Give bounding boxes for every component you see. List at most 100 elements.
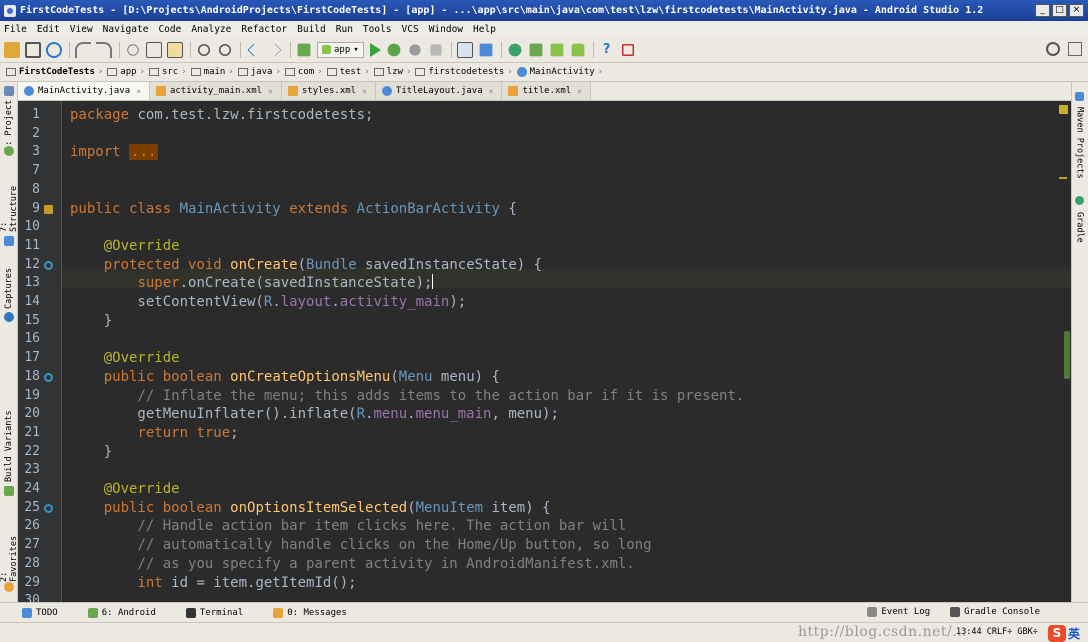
close-button[interactable]: × xyxy=(1069,4,1084,17)
breadcrumb-item[interactable]: com › xyxy=(284,67,323,77)
code-line[interactable]: 12 protected void onCreate(Bundle savedI… xyxy=(18,256,1071,275)
breadcrumb-item[interactable]: test › xyxy=(326,67,370,77)
caret-position-encoding[interactable]: 13:44 CRLF÷ GBK÷ xyxy=(956,627,1038,637)
menu-navigate[interactable]: Navigate xyxy=(103,24,149,35)
save-all-icon[interactable] xyxy=(25,41,41,58)
code-line[interactable]: 21 return true; xyxy=(18,424,1071,443)
editor-tab[interactable]: activity_main.xml × xyxy=(149,82,282,100)
override-marker-icon[interactable] xyxy=(44,503,53,513)
sync-icon[interactable] xyxy=(46,41,62,58)
close-tab-icon[interactable]: × xyxy=(268,87,273,96)
make-project-icon[interactable] xyxy=(297,43,311,56)
android-device-monitor-icon[interactable] xyxy=(550,43,564,56)
code-line[interactable]: 10 xyxy=(18,218,1071,237)
code-line[interactable]: 27 // automatically handle clicks on the… xyxy=(18,536,1071,555)
paste-icon[interactable] xyxy=(167,41,183,58)
breadcrumb-item[interactable]: firstcodetests › xyxy=(415,67,513,77)
code-line[interactable]: 1 package com.test.lzw.firstcodetests; xyxy=(18,106,1071,125)
avd-manager-icon[interactable] xyxy=(479,43,493,56)
breadcrumb-item[interactable]: src › xyxy=(148,67,187,77)
code-editor[interactable]: 1 package com.test.lzw.firstcodetests; 2 3 i… xyxy=(18,101,1071,602)
tool-tab-gradle[interactable]: Gradle xyxy=(1072,208,1087,246)
code-line[interactable]: 14 setContentView(R.layout.activity_main… xyxy=(18,293,1071,312)
undo-icon[interactable] xyxy=(75,41,91,58)
code-line[interactable]: 9 public class MainActivity extends Actio… xyxy=(18,200,1071,219)
menu-code[interactable]: Code xyxy=(158,24,181,35)
code-line[interactable]: 19 // Inflate the menu; this adds items … xyxy=(18,387,1071,406)
tool-tab-captures[interactable]: Captures xyxy=(1,262,17,316)
menu-window[interactable]: Window xyxy=(429,24,463,35)
tool-tab-maven-projects[interactable]: Maven Projects xyxy=(1072,104,1087,182)
menu-vcs[interactable]: VCS xyxy=(402,24,419,35)
code-line[interactable]: 13 super.onCreate(savedInstanceState); xyxy=(18,274,1071,293)
tool-tab-todo[interactable]: TODO xyxy=(22,607,58,618)
menu-help[interactable]: Help xyxy=(473,24,496,35)
code-line[interactable]: 24 @Override xyxy=(18,480,1071,499)
run-configuration-select[interactable]: app ▾ xyxy=(317,41,364,58)
breadcrumb-item[interactable]: app › xyxy=(107,67,145,77)
override-marker-icon[interactable] xyxy=(44,372,53,382)
code-line[interactable]: 18 public boolean onCreateOptionsMenu(Me… xyxy=(18,368,1071,387)
close-tab-icon[interactable]: × xyxy=(136,87,141,96)
code-line[interactable]: 7 xyxy=(18,162,1071,181)
open-folder-icon[interactable] xyxy=(4,41,20,58)
stop-icon[interactable] xyxy=(430,43,442,56)
code-line[interactable]: 17 @Override xyxy=(18,349,1071,368)
code-line[interactable]: 29 int id = item.getItemId(); xyxy=(18,574,1071,593)
breadcrumb-item[interactable]: java › xyxy=(237,67,281,77)
tool-tab-event-log[interactable]: Event Log xyxy=(867,607,930,617)
find-icon[interactable] xyxy=(198,43,210,56)
menu-view[interactable]: View xyxy=(70,24,93,35)
copy-icon[interactable] xyxy=(146,41,162,58)
editor-tab[interactable]: styles.xml × xyxy=(281,82,376,100)
close-tab-icon[interactable]: × xyxy=(489,87,494,96)
tool-tab-android[interactable]: 6: Android xyxy=(87,607,156,618)
tool-tab-favorites[interactable]: 2: Favorites xyxy=(0,522,19,582)
close-tab-icon[interactable]: × xyxy=(362,87,367,96)
code-line[interactable]: 2 xyxy=(18,125,1071,144)
tool-tab-build-variants[interactable]: Build Variants xyxy=(1,408,17,484)
breadcrumb-item[interactable]: FirstCodeTests › xyxy=(6,67,103,77)
code-line[interactable]: 3 import ... xyxy=(18,143,1071,162)
code-line[interactable]: 28 // as you specify a parent activity i… xyxy=(18,555,1071,574)
tool-tab-terminal[interactable]: Terminal xyxy=(185,607,243,618)
redo-icon[interactable] xyxy=(96,41,112,58)
sdk-manager-icon[interactable] xyxy=(529,43,543,56)
attach-debugger-icon[interactable] xyxy=(409,43,421,56)
maximize-button[interactable]: □ xyxy=(1052,4,1067,17)
code-line[interactable]: 20 getMenuInflater().inflate(R.menu.menu… xyxy=(18,405,1071,424)
gradle-sync-icon[interactable] xyxy=(508,43,522,56)
close-tab-icon[interactable]: × xyxy=(577,87,582,96)
breadcrumb-item[interactable]: main › xyxy=(190,67,234,77)
device-icon[interactable] xyxy=(621,43,634,56)
editor-tab[interactable]: title.xml × xyxy=(502,82,592,100)
code-line[interactable]: 8 xyxy=(18,181,1071,200)
tool-tab-messages[interactable]: 0: Messages xyxy=(273,607,347,618)
menu-file[interactable]: File xyxy=(4,24,27,35)
run-icon[interactable] xyxy=(369,42,381,57)
editor-tab[interactable]: TitleLayout.java × xyxy=(375,82,503,100)
code-line[interactable]: 23 xyxy=(18,461,1071,480)
debug-icon[interactable] xyxy=(387,43,401,56)
tool-tab-gradle-console[interactable]: Gradle Console xyxy=(950,607,1040,617)
code-line[interactable]: 11 @Override xyxy=(18,237,1071,256)
editor-tab[interactable]: MainActivity.java × xyxy=(18,82,150,100)
code-line[interactable]: 16 xyxy=(18,330,1071,349)
override-marker-icon[interactable] xyxy=(44,260,53,270)
menu-analyze[interactable]: Analyze xyxy=(191,24,231,35)
code-line[interactable]: 26 // Handle action bar item clicks here… xyxy=(18,517,1071,536)
code-line[interactable]: 15 } xyxy=(18,312,1071,331)
replace-icon[interactable] xyxy=(219,43,231,56)
breadcrumb-item[interactable]: lzw › xyxy=(373,67,411,77)
menu-build[interactable]: Build xyxy=(297,24,326,35)
menu-tools[interactable]: Tools xyxy=(363,24,392,35)
menu-edit[interactable]: Edit xyxy=(37,24,60,35)
cut-icon[interactable] xyxy=(127,43,139,56)
layout-toggle-icon[interactable] xyxy=(1068,42,1082,56)
help-icon[interactable]: ? xyxy=(599,42,615,58)
tool-tab-project[interactable]: 1: Project xyxy=(1,98,17,152)
code-line[interactable]: 30 xyxy=(18,592,1071,602)
search-icon[interactable] xyxy=(1046,42,1060,56)
input-method-indicator[interactable]: S 英 xyxy=(1048,624,1086,642)
code-line[interactable]: 25 public boolean onOptionsItemSelected(… xyxy=(18,499,1071,518)
